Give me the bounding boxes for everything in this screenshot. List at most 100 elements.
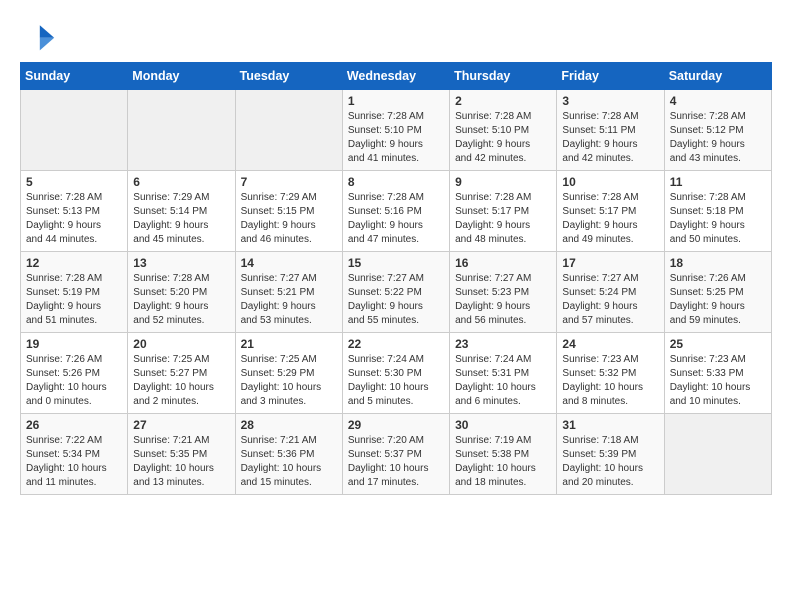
calendar-cell: 31 Sunrise: 7:18 AM Sunset: 5:39 PM Dayli…	[557, 414, 664, 495]
calendar-week-3: 12 Sunrise: 7:28 AM Sunset: 5:19 PM Dayli…	[21, 252, 772, 333]
header-row: SundayMondayTuesdayWednesdayThursdayFrid…	[21, 63, 772, 90]
calendar-cell: 2 Sunrise: 7:28 AM Sunset: 5:10 PM Daylig…	[450, 90, 557, 171]
day-info: Sunrise: 7:28 AM Sunset: 5:11 PM Dayligh…	[562, 110, 658, 166]
day-number: 1	[348, 94, 444, 108]
day-info: Sunrise: 7:25 AM Sunset: 5:27 PM Dayligh…	[133, 353, 229, 409]
calendar-cell: 13 Sunrise: 7:28 AM Sunset: 5:20 PM Dayli…	[128, 252, 235, 333]
page: SundayMondayTuesdayWednesdayThursdayFrid…	[0, 0, 792, 509]
day-number: 7	[241, 175, 337, 189]
day-number: 23	[455, 337, 551, 351]
logo-icon	[20, 18, 56, 54]
calendar-cell: 17 Sunrise: 7:27 AM Sunset: 5:24 PM Dayli…	[557, 252, 664, 333]
calendar-cell	[128, 90, 235, 171]
day-number: 31	[562, 418, 658, 432]
day-number: 29	[348, 418, 444, 432]
logo	[20, 18, 58, 54]
calendar-cell: 23 Sunrise: 7:24 AM Sunset: 5:31 PM Dayli…	[450, 333, 557, 414]
day-number: 25	[670, 337, 766, 351]
calendar-cell: 19 Sunrise: 7:26 AM Sunset: 5:26 PM Dayli…	[21, 333, 128, 414]
calendar-cell: 4 Sunrise: 7:28 AM Sunset: 5:12 PM Daylig…	[664, 90, 771, 171]
day-number: 14	[241, 256, 337, 270]
calendar-cell: 22Sunrise: 7:24 AM Sunset: 5:30 PM Dayli…	[342, 333, 449, 414]
day-info: Sunrise: 7:28 AM Sunset: 5:17 PM Dayligh…	[562, 191, 658, 247]
day-number: 13	[133, 256, 229, 270]
calendar-week-2: 5 Sunrise: 7:28 AM Sunset: 5:13 PM Daylig…	[21, 171, 772, 252]
day-number: 4	[670, 94, 766, 108]
calendar-cell: 7Sunrise: 7:29 AM Sunset: 5:15 PM Daylig…	[235, 171, 342, 252]
day-number: 12	[26, 256, 122, 270]
day-info: Sunrise: 7:28 AM Sunset: 5:19 PM Dayligh…	[26, 272, 122, 328]
calendar-cell: 9Sunrise: 7:28 AM Sunset: 5:17 PM Daylig…	[450, 171, 557, 252]
day-info: Sunrise: 7:28 AM Sunset: 5:17 PM Dayligh…	[455, 191, 551, 247]
calendar-week-5: 26Sunrise: 7:22 AM Sunset: 5:34 PM Dayli…	[21, 414, 772, 495]
day-number: 27	[133, 418, 229, 432]
day-info: Sunrise: 7:28 AM Sunset: 5:13 PM Dayligh…	[26, 191, 122, 247]
day-info: Sunrise: 7:21 AM Sunset: 5:36 PM Dayligh…	[241, 434, 337, 490]
day-info: Sunrise: 7:29 AM Sunset: 5:14 PM Dayligh…	[133, 191, 229, 247]
calendar-cell: 10 Sunrise: 7:28 AM Sunset: 5:17 PM Dayli…	[557, 171, 664, 252]
calendar-cell: 5 Sunrise: 7:28 AM Sunset: 5:13 PM Daylig…	[21, 171, 128, 252]
day-number: 5	[26, 175, 122, 189]
day-info: Sunrise: 7:27 AM Sunset: 5:23 PM Dayligh…	[455, 272, 551, 328]
calendar-cell: 3 Sunrise: 7:28 AM Sunset: 5:11 PM Daylig…	[557, 90, 664, 171]
day-info: Sunrise: 7:23 AM Sunset: 5:32 PM Dayligh…	[562, 353, 658, 409]
calendar-cell: 21Sunrise: 7:25 AM Sunset: 5:29 PM Dayli…	[235, 333, 342, 414]
day-info: Sunrise: 7:28 AM Sunset: 5:12 PM Dayligh…	[670, 110, 766, 166]
calendar-cell: 26Sunrise: 7:22 AM Sunset: 5:34 PM Dayli…	[21, 414, 128, 495]
calendar-week-1: 1 Sunrise: 7:28 AM Sunset: 5:10 PM Daylig…	[21, 90, 772, 171]
day-header-thursday: Thursday	[450, 63, 557, 90]
calendar-cell	[664, 414, 771, 495]
day-header-wednesday: Wednesday	[342, 63, 449, 90]
day-header-monday: Monday	[128, 63, 235, 90]
calendar-cell: 8 Sunrise: 7:28 AM Sunset: 5:16 PM Daylig…	[342, 171, 449, 252]
calendar-cell: 1 Sunrise: 7:28 AM Sunset: 5:10 PM Daylig…	[342, 90, 449, 171]
day-number: 28	[241, 418, 337, 432]
day-info: Sunrise: 7:28 AM Sunset: 5:10 PM Dayligh…	[455, 110, 551, 166]
day-info: Sunrise: 7:27 AM Sunset: 5:24 PM Dayligh…	[562, 272, 658, 328]
header	[20, 18, 772, 54]
calendar-cell: 15 Sunrise: 7:27 AM Sunset: 5:22 PM Dayli…	[342, 252, 449, 333]
day-number: 2	[455, 94, 551, 108]
day-number: 3	[562, 94, 658, 108]
calendar-cell: 20 Sunrise: 7:25 AM Sunset: 5:27 PM Dayli…	[128, 333, 235, 414]
calendar-cell: 25Sunrise: 7:23 AM Sunset: 5:33 PM Dayli…	[664, 333, 771, 414]
calendar-table: SundayMondayTuesdayWednesdayThursdayFrid…	[20, 62, 772, 495]
day-number: 11	[670, 175, 766, 189]
day-number: 20	[133, 337, 229, 351]
day-number: 22	[348, 337, 444, 351]
day-info: Sunrise: 7:26 AM Sunset: 5:26 PM Dayligh…	[26, 353, 122, 409]
calendar-cell: 12 Sunrise: 7:28 AM Sunset: 5:19 PM Dayli…	[21, 252, 128, 333]
day-info: Sunrise: 7:24 AM Sunset: 5:31 PM Dayligh…	[455, 353, 551, 409]
calendar-cell: 27 Sunrise: 7:21 AM Sunset: 5:35 PM Dayli…	[128, 414, 235, 495]
day-number: 24	[562, 337, 658, 351]
calendar-cell: 29 Sunrise: 7:20 AM Sunset: 5:37 PM Dayli…	[342, 414, 449, 495]
day-info: Sunrise: 7:28 AM Sunset: 5:16 PM Dayligh…	[348, 191, 444, 247]
day-header-friday: Friday	[557, 63, 664, 90]
day-info: Sunrise: 7:20 AM Sunset: 5:37 PM Dayligh…	[348, 434, 444, 490]
day-number: 10	[562, 175, 658, 189]
day-info: Sunrise: 7:28 AM Sunset: 5:18 PM Dayligh…	[670, 191, 766, 247]
day-number: 19	[26, 337, 122, 351]
calendar-cell: 30Sunrise: 7:19 AM Sunset: 5:38 PM Dayli…	[450, 414, 557, 495]
day-number: 26	[26, 418, 122, 432]
day-number: 17	[562, 256, 658, 270]
calendar-cell: 11 Sunrise: 7:28 AM Sunset: 5:18 PM Dayli…	[664, 171, 771, 252]
calendar-week-4: 19 Sunrise: 7:26 AM Sunset: 5:26 PM Dayli…	[21, 333, 772, 414]
day-info: Sunrise: 7:27 AM Sunset: 5:22 PM Dayligh…	[348, 272, 444, 328]
day-info: Sunrise: 7:28 AM Sunset: 5:20 PM Dayligh…	[133, 272, 229, 328]
day-info: Sunrise: 7:25 AM Sunset: 5:29 PM Dayligh…	[241, 353, 337, 409]
day-header-tuesday: Tuesday	[235, 63, 342, 90]
calendar-cell: 18Sunrise: 7:26 AM Sunset: 5:25 PM Dayli…	[664, 252, 771, 333]
day-number: 8	[348, 175, 444, 189]
day-number: 15	[348, 256, 444, 270]
day-header-saturday: Saturday	[664, 63, 771, 90]
day-info: Sunrise: 7:19 AM Sunset: 5:38 PM Dayligh…	[455, 434, 551, 490]
calendar-cell: 24 Sunrise: 7:23 AM Sunset: 5:32 PM Dayli…	[557, 333, 664, 414]
day-info: Sunrise: 7:26 AM Sunset: 5:25 PM Dayligh…	[670, 272, 766, 328]
day-header-sunday: Sunday	[21, 63, 128, 90]
day-info: Sunrise: 7:21 AM Sunset: 5:35 PM Dayligh…	[133, 434, 229, 490]
calendar-cell: 16Sunrise: 7:27 AM Sunset: 5:23 PM Dayli…	[450, 252, 557, 333]
day-info: Sunrise: 7:28 AM Sunset: 5:10 PM Dayligh…	[348, 110, 444, 166]
calendar-cell: 28 Sunrise: 7:21 AM Sunset: 5:36 PM Dayli…	[235, 414, 342, 495]
day-info: Sunrise: 7:18 AM Sunset: 5:39 PM Dayligh…	[562, 434, 658, 490]
